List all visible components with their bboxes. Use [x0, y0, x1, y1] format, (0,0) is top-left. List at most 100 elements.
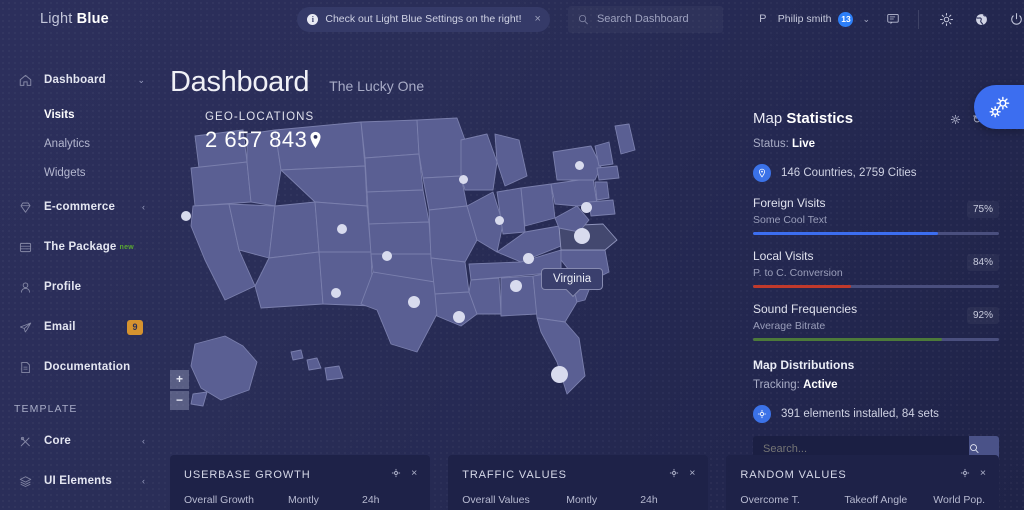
user-name: Philip smith [777, 13, 832, 25]
brand-logo[interactable]: Light Blue [0, 11, 160, 27]
gear-icon[interactable] [950, 114, 961, 125]
page-subtitle: The Lucky One [329, 78, 425, 94]
card-columns: Overall Growth Montly 24h [184, 494, 416, 506]
gear-icon[interactable] [960, 468, 970, 478]
floating-settings-button[interactable] [974, 85, 1024, 129]
close-icon[interactable]: × [689, 467, 695, 479]
box-icon [18, 240, 44, 255]
sidebar-item-e-commerce[interactable]: E-commerce ‹ [0, 187, 165, 227]
sidebar-subitem-widgets[interactable]: Widgets [0, 158, 165, 187]
chevron-left-icon[interactable]: ‹ [142, 436, 145, 446]
map-marker[interactable] [331, 288, 341, 298]
sidebar-subitem-label: Widgets [44, 166, 86, 179]
card-columns: Overall Values Montly 24h [462, 494, 694, 506]
user-menu[interactable]: P Philip smith 13 ⌄ [755, 9, 1024, 29]
countries-cities-text: 146 Countries, 2759 Cities [781, 167, 917, 179]
card-traffic-values: TRAFFIC VALUES × Overall Values Montly 2… [448, 455, 709, 510]
metric-progress-bar [753, 338, 999, 341]
metric-sublabel: Average Bitrate [753, 320, 826, 332]
sidebar-item-the-package[interactable]: The Package new [0, 227, 165, 267]
card-column-label: Takeoff Angle [844, 494, 908, 506]
sidebar-item-documentation[interactable]: Documentation [0, 347, 165, 387]
chevron-down-icon[interactable]: ⌄ [137, 75, 145, 86]
panel-title-light: Map [753, 110, 787, 127]
page-header: Dashboard The Lucky One [165, 38, 1024, 99]
card-column-label: World Pop. [933, 494, 986, 506]
metric-sublabel: P. to C. Conversion [753, 267, 843, 279]
map-marker[interactable] [181, 211, 191, 221]
user-icon [18, 280, 44, 295]
settings-gear-icon[interactable] [939, 12, 954, 27]
map-marker[interactable] [523, 253, 534, 264]
global-search-box[interactable]: Search Dashboard [568, 6, 723, 33]
power-icon[interactable] [1009, 12, 1024, 27]
sidebar-item-label: Core [44, 435, 72, 447]
search-placeholder-text: Search Dashboard [596, 13, 689, 25]
card-column-label: Montly [566, 494, 598, 506]
gear-icon[interactable] [669, 468, 679, 478]
card-action-icons: × [669, 467, 695, 479]
map-marker[interactable] [382, 251, 392, 261]
tracking-value: Active [803, 379, 838, 391]
metric-sound-frequencies: Sound Frequencies Average Bitrate 92% [753, 302, 999, 341]
sidebar-item-label: E-commerce [44, 201, 116, 213]
layers-icon [18, 474, 44, 489]
globe-icon[interactable] [974, 12, 989, 27]
sidebar-subitem-visits[interactable]: Visits [0, 100, 165, 129]
card-column-label: Overall Growth [184, 494, 255, 506]
gear-icon[interactable] [391, 468, 401, 478]
chevron-left-icon[interactable]: ‹ [142, 202, 145, 212]
close-icon[interactable]: × [980, 467, 986, 479]
card-action-icons: × [391, 467, 417, 479]
info-icon: i [307, 13, 319, 25]
status-label: Status: [753, 138, 792, 150]
card-random-values: RANDOM VALUES × Overcome T. Takeoff Angl… [726, 455, 1000, 510]
sidebar-item-email[interactable]: Email 9 [0, 307, 165, 347]
sidebar: Dashboard ⌄ Visits Analytics Widgets E-c… [0, 38, 165, 510]
map-marker[interactable] [337, 224, 347, 234]
card-userbase-growth: USERBASE GROWTH × Overall Growth Montly … [170, 455, 431, 510]
map-marker[interactable] [551, 366, 568, 383]
map-zoom-in-button[interactable]: + [170, 370, 189, 389]
sidebar-subitem-analytics[interactable]: Analytics [0, 129, 165, 158]
close-icon[interactable]: × [535, 13, 541, 25]
sidebar-item-label: Documentation [44, 361, 131, 373]
notice-text: Check out Light Blue Settings on the rig… [325, 13, 522, 25]
map-marker[interactable] [408, 296, 420, 308]
metric-foreign-visits: Foreign Visits Some Cool Text 75% [753, 196, 999, 235]
brand-logo-blue: Blue [76, 11, 109, 27]
metric-percent-badge: 75% [966, 201, 999, 218]
map-marker[interactable] [510, 280, 522, 292]
map-marker[interactable] [453, 311, 465, 323]
panel-status: Status: Live [753, 138, 999, 150]
chevron-left-icon[interactable]: ‹ [142, 476, 145, 486]
dashboard-app: Light Blue i Check out Light Blue Settin… [0, 0, 1024, 510]
document-icon [18, 360, 44, 375]
close-icon[interactable]: × [411, 467, 417, 479]
sidebar-item-ui-elements[interactable]: UI Elements ‹ [0, 461, 165, 501]
metric-name: Sound Frequencies [753, 302, 858, 316]
brand-logo-light: Light [40, 11, 77, 27]
diamond-icon [18, 200, 44, 215]
messages-icon[interactable] [886, 12, 900, 26]
top-bar: Light Blue i Check out Light Blue Settin… [0, 0, 1024, 38]
card-title: USERBASE GROWTH [184, 469, 311, 481]
map-marker[interactable] [575, 161, 584, 170]
avatar: P [759, 13, 767, 25]
sidebar-item-dashboard[interactable]: Dashboard ⌄ [0, 60, 165, 100]
map-marker[interactable] [495, 216, 504, 225]
chevron-down-icon[interactable]: ⌄ [862, 14, 870, 25]
map-statistics-panel: Map Statistics ↻ × Status: Live 146 Coun… [740, 110, 1024, 461]
map-pin-icon [309, 131, 322, 149]
map-marker[interactable] [459, 175, 468, 184]
map-marker[interactable] [574, 228, 590, 244]
send-icon [18, 320, 44, 335]
sidebar-item-profile[interactable]: Profile [0, 267, 165, 307]
map-zoom-out-button[interactable]: − [170, 391, 189, 410]
sidebar-item-core[interactable]: Core ‹ [0, 421, 165, 461]
settings-notice-banner[interactable]: i Check out Light Blue Settings on the r… [297, 6, 550, 32]
search-icon [578, 14, 589, 25]
map-distributions-heading: Map Distributions [753, 358, 855, 372]
sidebar-item-label: UI Elements [44, 475, 113, 487]
map-marker[interactable] [581, 202, 592, 213]
